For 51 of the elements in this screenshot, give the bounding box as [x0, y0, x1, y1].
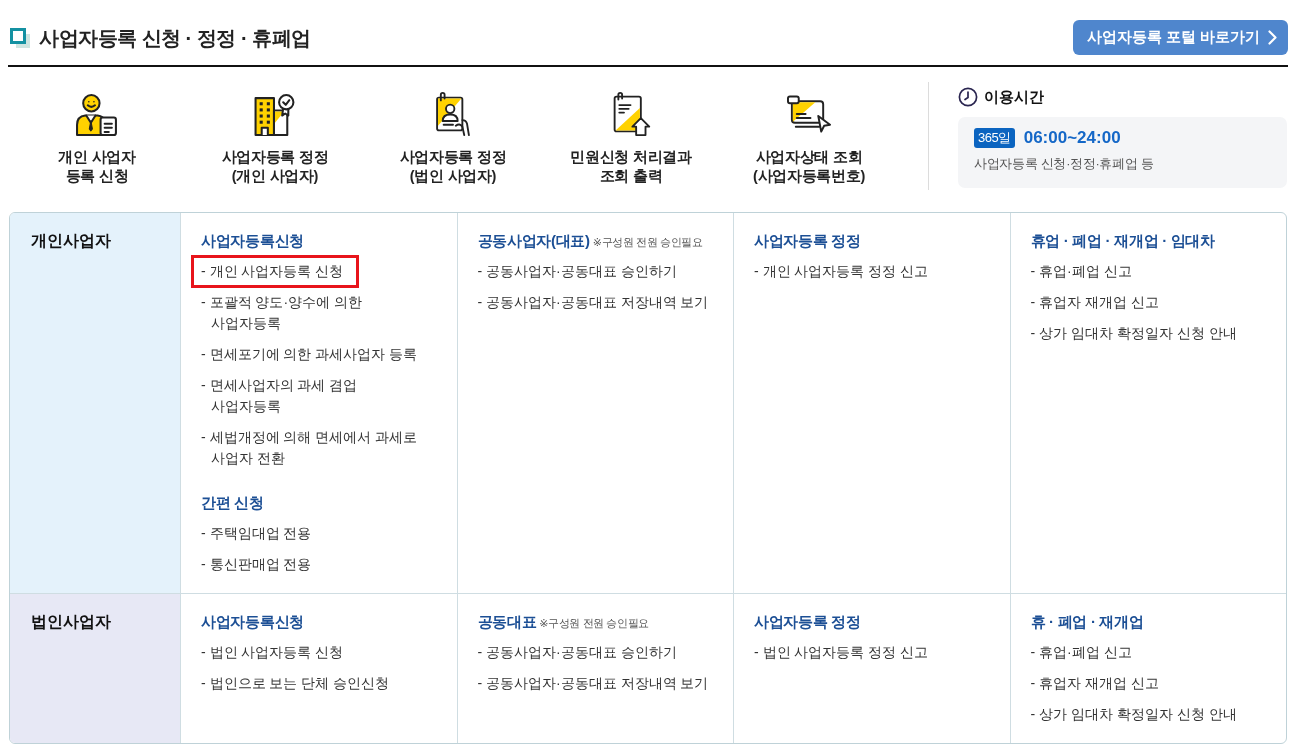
portal-button[interactable]: 사업자등록 포털 바로가기	[1073, 20, 1288, 55]
menu-link[interactable]: - 휴업·폐업 신고	[1030, 642, 1132, 663]
usage-time: 06:00~24:00	[1023, 128, 1121, 148]
menu-link[interactable]: - 통신판매업 전용	[201, 554, 312, 575]
quick-menu-link[interactable]: 개인 사업자 등록 신청	[58, 92, 136, 186]
section-heading: 사업자등록신청	[201, 612, 304, 632]
quick-menu-link[interactable]: 사업자상태 조회 (사업자등록번호)	[753, 92, 865, 186]
section-heading: 간편 신청	[201, 493, 264, 513]
hours-title: 이용시간	[984, 87, 1044, 107]
quick-menu-link[interactable]: 민원신청 처리결과 조회 출력	[570, 92, 692, 186]
menu-link[interactable]: - 주택임대업 전용	[201, 523, 312, 544]
menu-link[interactable]: - 공동사업자·공동대표 저장내역 보기	[477, 292, 709, 313]
chevron-right-icon	[1268, 30, 1277, 45]
menu-link[interactable]: - 휴업·폐업 신고	[1030, 261, 1132, 282]
menu-link[interactable]: - 휴업자 재개업 신고	[1030, 673, 1159, 694]
approval-note: ※구성원 전원 승인필요	[539, 616, 649, 631]
menu-link[interactable]: - 휴업자 재개업 신고	[1030, 292, 1159, 313]
menu-link[interactable]: - 법인으로 보는 단체 승인신청	[201, 673, 390, 694]
menu-link[interactable]: - 개인 사업자등록 신청	[191, 255, 360, 288]
menu-link[interactable]: - 공동사업자·공동대표 승인하기	[477, 261, 677, 282]
menu-link[interactable]: - 법인 사업자등록 신청	[201, 642, 344, 663]
page-title: 사업자등록 신청 · 정정 · 휴폐업	[39, 25, 311, 51]
row-header: 개인사업자	[10, 213, 180, 593]
section-heading: 휴업 · 폐업 · 재개업 · 임대차	[1030, 231, 1215, 251]
person-document-icon	[75, 92, 119, 136]
quick-menu-link[interactable]: 사업자등록 정정 (법인 사업자)	[399, 92, 507, 186]
section-heading: 사업자등록 정정	[754, 231, 861, 251]
clock-icon	[958, 87, 978, 107]
menu-link[interactable]: - 면세포기에 의한 과세사업자 등록	[201, 344, 418, 365]
menu-link[interactable]: - 포괄적 양도·양수에 의한 사업자등록	[201, 292, 427, 334]
section-heading: 사업자등록신청	[201, 231, 304, 251]
menu-link[interactable]: - 공동사업자·공동대표 저장내역 보기	[477, 673, 709, 694]
row-header: 법인사업자	[10, 593, 180, 743]
menu-link[interactable]: - 면세사업자의 과세 겸업 사업자등록	[201, 375, 427, 417]
building-badge-icon	[253, 92, 297, 136]
usage-note: 사업자등록 신청·정정·휴폐업 등	[974, 156, 1155, 173]
quick-menu-link[interactable]: 사업자등록 정정 (개인 사업자)	[221, 92, 329, 186]
menu-link[interactable]: - 개인 사업자등록 정정 신고	[754, 261, 929, 282]
approval-note: ※구성원 전원 승인필요	[592, 235, 703, 250]
menu-link[interactable]: - 법인 사업자등록 정정 신고	[754, 642, 929, 663]
menu-link[interactable]: - 세법개정에 의해 면세에서 과세로 사업자 전환	[201, 427, 427, 469]
menu-link[interactable]: - 상가 임대차 확정일자 신청 안내	[1030, 323, 1237, 344]
section-heading: 휴 · 폐업 · 재개업	[1030, 612, 1144, 632]
menu-link[interactable]: - 공동사업자·공동대표 승인하기	[477, 642, 677, 663]
menu-link[interactable]: - 상가 임대차 확정일자 신청 안내	[1030, 704, 1237, 725]
section-heading: 공동사업자(대표)	[477, 231, 590, 251]
section-heading: 공동대표	[477, 612, 537, 632]
section-heading: 사업자등록 정정	[754, 612, 861, 632]
square-icon	[10, 27, 30, 48]
card-cursor-icon	[787, 92, 831, 136]
days-badge: 365일	[974, 128, 1015, 148]
